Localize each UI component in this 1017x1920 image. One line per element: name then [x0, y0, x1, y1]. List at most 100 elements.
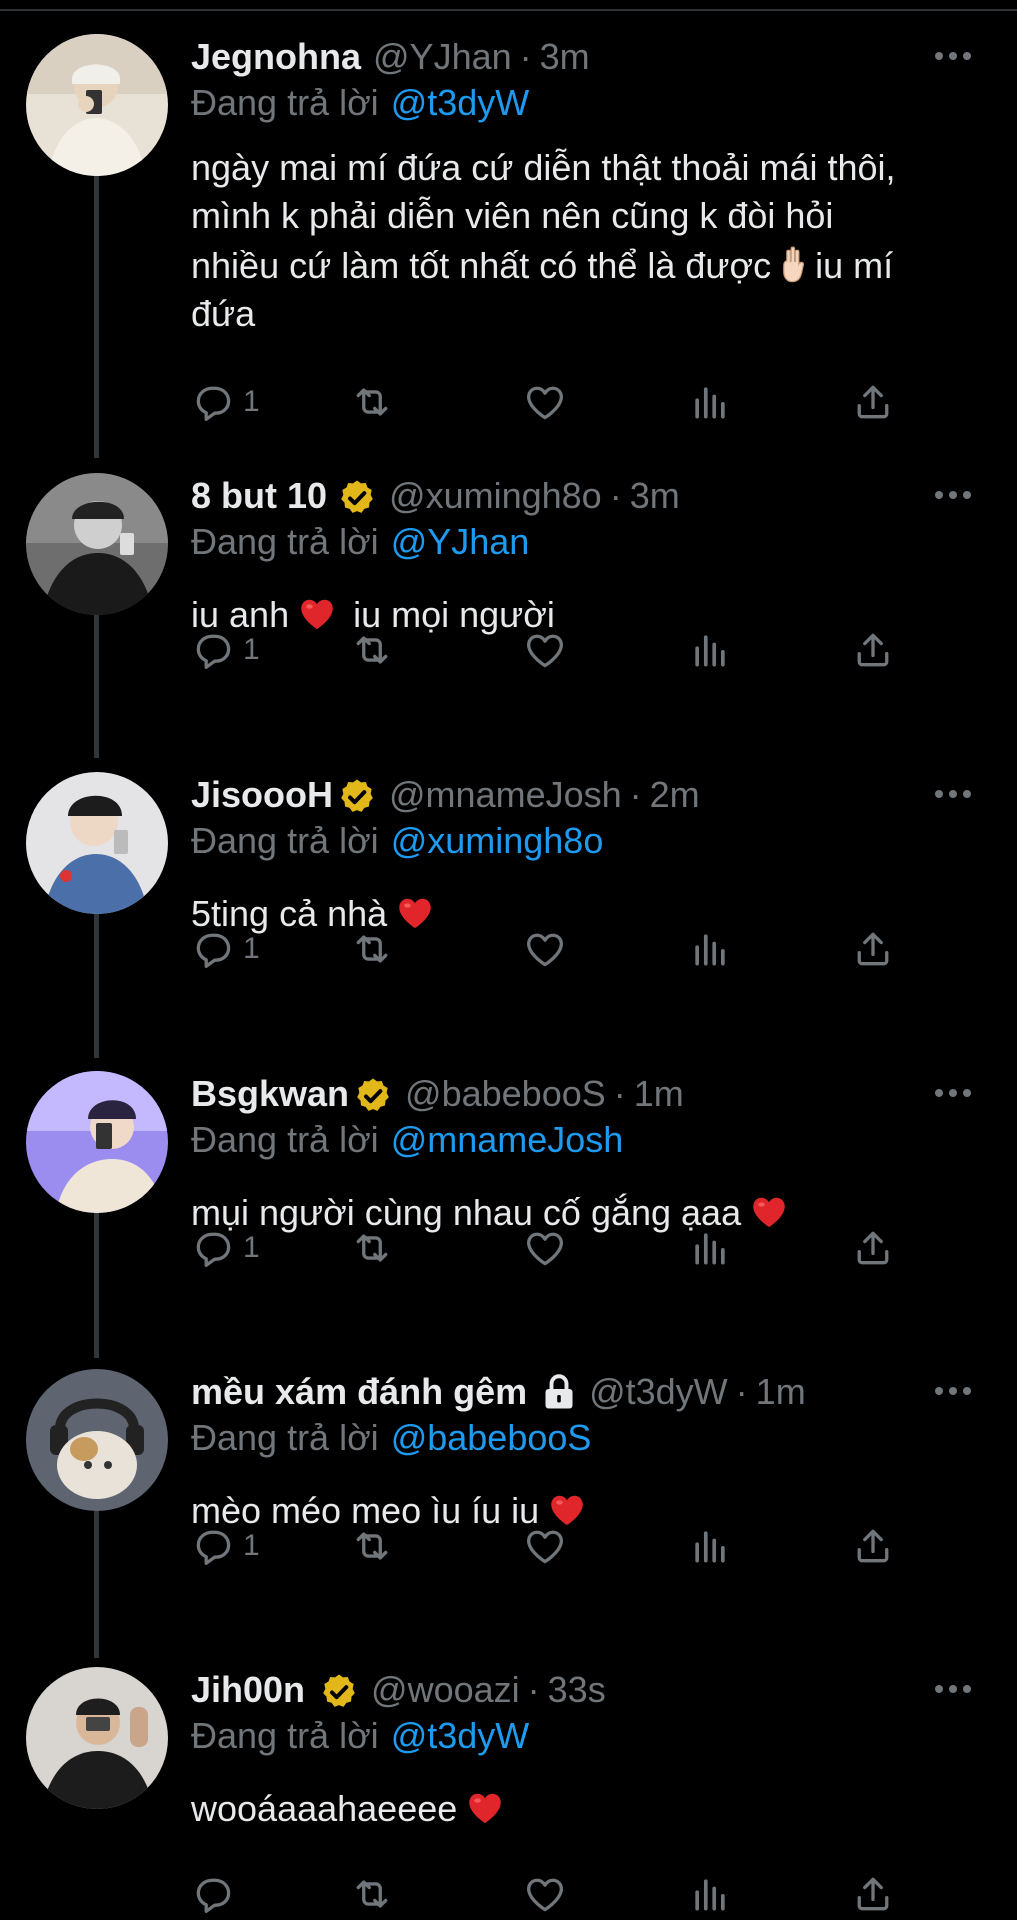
- replying-to: Đang trả lời @mnameJosh: [191, 1117, 991, 1163]
- reply-icon: [191, 1872, 235, 1916]
- retweet-button[interactable]: [350, 377, 394, 427]
- display-name[interactable]: JisoooH: [191, 774, 333, 816]
- replying-to: Đang trả lời @babebooS: [191, 1415, 991, 1461]
- like-button[interactable]: [523, 1521, 567, 1571]
- share-button[interactable]: [851, 377, 895, 427]
- tweet-text-line: mình k phải diễn viên nên cũng k đòi hỏi: [191, 195, 834, 236]
- like-button[interactable]: [523, 625, 567, 675]
- verified-badge-icon: [319, 1672, 359, 1712]
- share-button[interactable]: [851, 1223, 895, 1273]
- more-icon[interactable]: [933, 1073, 973, 1113]
- share-button[interactable]: [851, 625, 895, 675]
- hand-emoji: [777, 244, 809, 284]
- replying-to-label: Đang trả lời: [191, 521, 379, 562]
- separator-dot: ·: [613, 1073, 626, 1114]
- top-divider: [0, 0, 1017, 11]
- timestamp[interactable]: 1m: [634, 1073, 684, 1115]
- replying-to: Đang trả lời @t3dyW: [191, 80, 991, 126]
- reply-button[interactable]: 1: [191, 625, 260, 675]
- share-button[interactable]: [851, 924, 895, 974]
- views-button[interactable]: [688, 1869, 732, 1919]
- reply-button[interactable]: 1: [191, 377, 260, 427]
- more-icon[interactable]: [933, 36, 973, 76]
- more-icon[interactable]: [933, 774, 973, 814]
- replying-to-handle[interactable]: @mnameJosh: [391, 1119, 624, 1161]
- reply-icon: [191, 380, 235, 424]
- avatar[interactable]: [26, 473, 168, 615]
- replying-to-handle[interactable]: @t3dyW: [391, 1715, 530, 1757]
- reply-button[interactable]: [191, 1869, 243, 1919]
- display-name[interactable]: 8 but 10: [191, 475, 327, 517]
- replying-to-handle[interactable]: @t3dyW: [391, 82, 530, 124]
- tweet-header: JisoooH @mnameJosh · 2m: [191, 772, 991, 818]
- timestamp[interactable]: 3m: [630, 475, 680, 517]
- user-handle[interactable]: @xumingh8o: [389, 475, 602, 517]
- display-name[interactable]: Bsgkwan: [191, 1073, 349, 1115]
- timestamp[interactable]: 33s: [548, 1669, 606, 1711]
- separator-dot: ·: [609, 475, 622, 516]
- views-button[interactable]: [688, 924, 732, 974]
- reply-count: 1: [243, 932, 260, 965]
- more-icon[interactable]: [933, 475, 973, 515]
- like-button[interactable]: [523, 1223, 567, 1273]
- reply-icon: [191, 628, 235, 672]
- share-button[interactable]: [851, 1521, 895, 1571]
- retweet-button[interactable]: [350, 1223, 394, 1273]
- views-button[interactable]: [688, 625, 732, 675]
- retweet-button[interactable]: [350, 625, 394, 675]
- replying-to-handle[interactable]: @xumingh8o: [391, 820, 604, 862]
- display-name[interactable]: Jih00n: [191, 1669, 305, 1711]
- separator-dot: ·: [735, 1371, 748, 1412]
- share-icon: [851, 1524, 895, 1568]
- reply-button[interactable]: 1: [191, 1223, 260, 1273]
- avatar[interactable]: [26, 1071, 168, 1213]
- timestamp[interactable]: 1m: [756, 1371, 806, 1413]
- like-button[interactable]: [523, 924, 567, 974]
- like-button[interactable]: [523, 377, 567, 427]
- retweet-button[interactable]: [350, 1521, 394, 1571]
- user-handle[interactable]: @YJhan: [373, 36, 512, 78]
- user-handle[interactable]: @babebooS: [405, 1073, 606, 1115]
- avatar[interactable]: [26, 772, 168, 914]
- retweet-button[interactable]: [350, 924, 394, 974]
- timestamp[interactable]: 3m: [540, 36, 590, 78]
- like-icon: [523, 1872, 567, 1916]
- reply-count: 1: [243, 385, 260, 418]
- reply-button[interactable]: 1: [191, 1521, 260, 1571]
- tweet-text-segment: wooáaaahaeeee: [191, 1788, 458, 1829]
- share-icon: [851, 628, 895, 672]
- display-name[interactable]: Jegnohna: [191, 36, 361, 78]
- user-handle[interactable]: @wooazi: [371, 1669, 520, 1711]
- user-handle[interactable]: @mnameJosh: [389, 774, 622, 816]
- action-bar: [191, 1869, 911, 1919]
- tweet-header: Jih00n @wooazi · 33s: [191, 1667, 991, 1713]
- replying-to-handle[interactable]: @YJhan: [391, 521, 530, 563]
- retweet-button[interactable]: [350, 1869, 394, 1919]
- share-button[interactable]: [851, 1869, 895, 1919]
- replying-to-label: Đang trả lời: [191, 820, 379, 861]
- timestamp[interactable]: 2m: [650, 774, 700, 816]
- views-button[interactable]: [688, 377, 732, 427]
- replying-to-handle[interactable]: @babebooS: [391, 1417, 592, 1459]
- display-name[interactable]: mều xám đánh gêm: [191, 1371, 527, 1413]
- tweet-text: ngày mai mí đứa cứ diễn thật thoải mái t…: [191, 144, 991, 338]
- verified-badge-icon: [337, 478, 377, 518]
- thread-connector-line: [94, 908, 99, 1058]
- user-handle[interactable]: @t3dyW: [589, 1371, 728, 1413]
- avatar[interactable]: [26, 34, 168, 176]
- views-icon: [688, 1226, 732, 1270]
- like-button[interactable]: [523, 1869, 567, 1919]
- views-button[interactable]: [688, 1223, 732, 1273]
- retweet-icon: [350, 1524, 394, 1568]
- reply-button[interactable]: 1: [191, 924, 260, 974]
- thread-connector-line: [94, 608, 99, 758]
- avatar[interactable]: [26, 1667, 168, 1809]
- tweet-header: mều xám đánh gêm @t3dyW · 1m: [191, 1369, 991, 1415]
- avatar[interactable]: [26, 1369, 168, 1511]
- more-icon[interactable]: [933, 1669, 973, 1709]
- verified-badge-icon: [353, 1076, 393, 1116]
- more-icon[interactable]: [933, 1371, 973, 1411]
- views-button[interactable]: [688, 1521, 732, 1571]
- tweet-header: 8 but 10 @xumingh8o · 3m: [191, 473, 991, 519]
- thread-connector-line: [94, 148, 99, 458]
